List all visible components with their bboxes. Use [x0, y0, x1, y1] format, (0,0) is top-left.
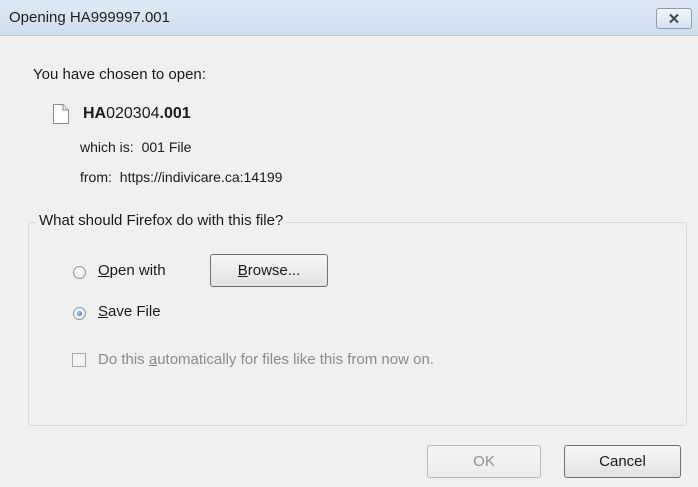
- action-group-title: What should Firefox do with this file?: [36, 212, 287, 229]
- open-with-radio[interactable]: [73, 266, 86, 279]
- file-type-row: which is: 001 File: [80, 139, 191, 155]
- file-source-row: from: https://indivicare.ca:14199: [80, 169, 282, 185]
- dialog-body: You have chosen to open: HA020304.001 wh…: [0, 36, 698, 487]
- open-with-mnemonic: O: [98, 262, 110, 279]
- file-source-value: https://indivicare.ca:14199: [119, 169, 283, 185]
- auto-open-checkbox[interactable]: [72, 353, 86, 367]
- open-with-text: pen with: [109, 262, 166, 279]
- auto-open-mnemonic: a: [148, 351, 158, 368]
- file-name-suffix: .001: [159, 105, 191, 122]
- save-file-mnemonic: S: [98, 303, 109, 320]
- intro-text: You have chosen to open:: [33, 66, 206, 83]
- close-icon: [669, 13, 679, 24]
- file-source-label: from:: [80, 169, 112, 185]
- file-type-label: which is:: [80, 139, 134, 155]
- browse-mnemonic: B: [237, 262, 248, 279]
- open-with-label[interactable]: Open with: [98, 262, 166, 279]
- window-title: Opening HA999997.001: [9, 9, 170, 26]
- save-file-text: ave File: [108, 303, 161, 320]
- title-bar: Opening HA999997.001: [0, 0, 698, 36]
- cancel-button[interactable]: Cancel: [564, 445, 681, 478]
- browse-button[interactable]: Browse...: [210, 254, 328, 287]
- action-group: [28, 222, 687, 426]
- file-name: HA020304.001: [83, 105, 191, 123]
- file-type-value: 001 File: [141, 139, 192, 155]
- auto-open-label: Do this automatically for files like thi…: [98, 351, 434, 368]
- radio-selected-dot: [77, 311, 82, 316]
- document-icon: [53, 104, 69, 124]
- close-button[interactable]: [656, 8, 692, 29]
- file-name-prefix: HA: [83, 105, 107, 122]
- auto-open-text-before: Do this: [98, 351, 149, 368]
- save-file-radio[interactable]: [73, 307, 86, 320]
- ok-button[interactable]: OK: [427, 445, 541, 478]
- file-name-middle: 020304: [106, 105, 160, 122]
- auto-open-text-after: utomatically for files like this from no…: [157, 351, 434, 368]
- save-file-label[interactable]: Save File: [98, 303, 161, 320]
- browse-text: rowse...: [247, 262, 301, 279]
